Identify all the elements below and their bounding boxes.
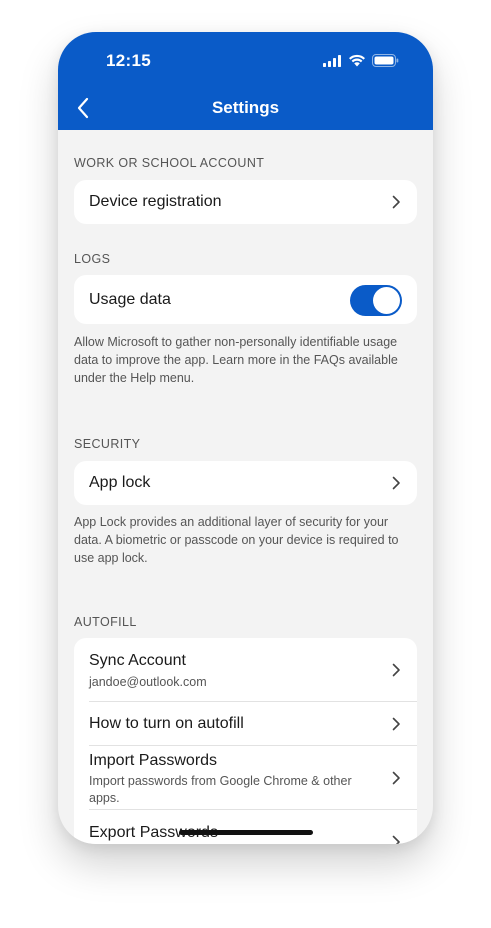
section-label-autofill: AUTOFILL: [74, 615, 137, 629]
page-title: Settings: [211, 98, 280, 117]
sync-account-email: jandoe@outlook.com: [89, 675, 207, 689]
chevron-right-icon: [392, 835, 400, 844]
export-passwords-row[interactable]: Export Passwords: [74, 810, 417, 844]
toggle-knob: [373, 287, 400, 314]
device-registration-label: Device registration: [89, 193, 222, 210]
app-lock-label: App lock: [89, 474, 151, 491]
status-icons: [323, 54, 399, 67]
usage-data-row: Usage data: [74, 275, 417, 324]
card-work: Device registration: [74, 180, 417, 224]
cellular-signal-icon: [323, 54, 341, 67]
chevron-right-icon: [392, 771, 400, 785]
import-passwords-description: Import passwords from Google Chrome & ot…: [89, 774, 352, 805]
how-to-autofill-label: How to turn on autofill: [89, 715, 244, 732]
import-passwords-label: Import Passwords: [89, 752, 218, 769]
usage-data-toggle[interactable]: [350, 285, 402, 316]
sync-account-row[interactable]: Sync Account jandoe@outlook.com: [74, 638, 417, 701]
device-registration-row[interactable]: Device registration: [74, 180, 417, 224]
sync-account-label: Sync Account: [89, 652, 186, 669]
usage-data-description: Allow Microsoft to gather non-personally…: [74, 335, 398, 385]
chevron-right-icon: [392, 195, 400, 209]
card-autofill: Sync Account jandoe@outlook.com How to t…: [74, 638, 417, 844]
card-logs: Usage data: [74, 275, 417, 324]
app-lock-row[interactable]: App lock: [74, 461, 417, 505]
phone-frame: 12:15 Settings WORK OR SCHOOL ACCOUNT De…: [58, 32, 433, 844]
chevron-right-icon: [392, 476, 400, 490]
card-security: App lock: [74, 461, 417, 505]
header-bar: 12:15 Settings: [58, 32, 433, 130]
usage-data-label: Usage data: [89, 291, 171, 308]
chevron-right-icon: [392, 717, 400, 731]
home-indicator[interactable]: [179, 830, 313, 835]
status-time: 12:15: [106, 51, 151, 70]
section-label-logs: LOGS: [74, 252, 111, 266]
app-lock-description: App Lock provides an additional layer of…: [74, 515, 399, 565]
battery-icon: [372, 54, 399, 67]
section-label-security: SECURITY: [74, 437, 141, 451]
chevron-right-icon: [392, 663, 400, 677]
wifi-icon: [349, 54, 365, 67]
import-passwords-row[interactable]: Import Passwords Import passwords from G…: [74, 746, 417, 809]
how-to-autofill-row[interactable]: How to turn on autofill: [74, 702, 417, 745]
section-label-work: WORK OR SCHOOL ACCOUNT: [74, 156, 265, 170]
